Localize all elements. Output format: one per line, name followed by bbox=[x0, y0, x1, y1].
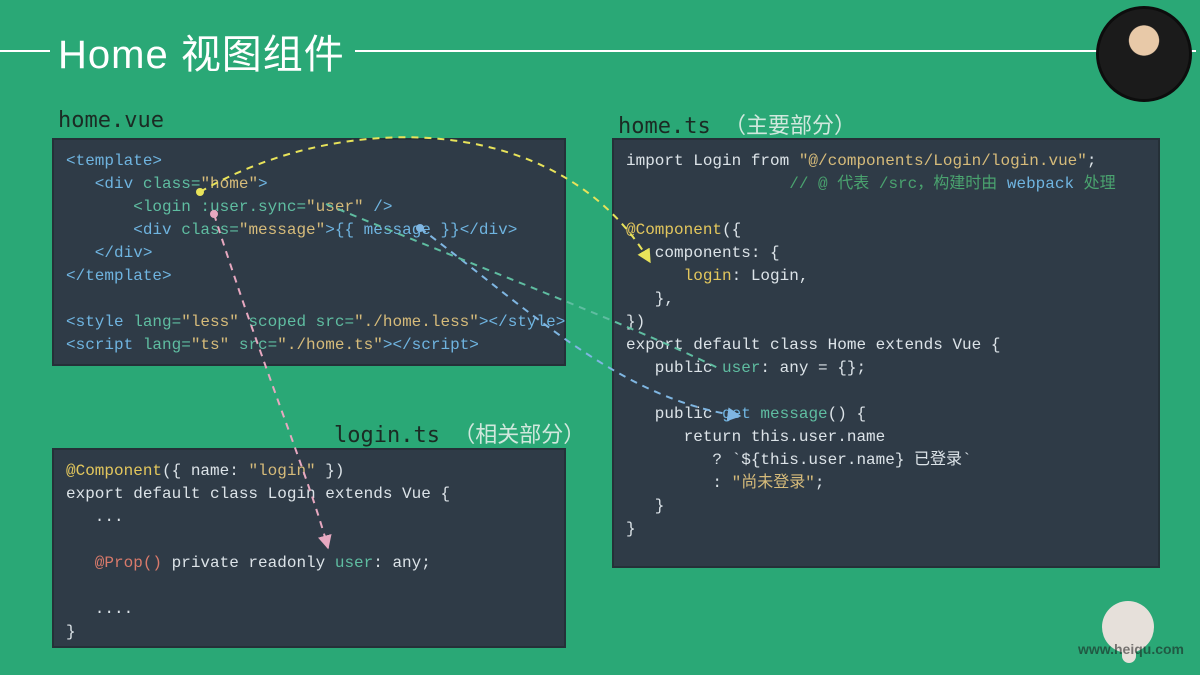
label-home-ts-name: home.ts bbox=[618, 114, 711, 139]
page-title: Home 视图组件 bbox=[58, 22, 345, 80]
avatar bbox=[1096, 6, 1192, 102]
code-login-ts: @Component({ name: "login" }) export def… bbox=[52, 448, 566, 648]
label-login-ts: login.ts （相关部分） bbox=[334, 417, 585, 449]
code-home-ts: import Login from "@/components/Login/lo… bbox=[612, 138, 1160, 568]
code-home-vue: <template> <div class="home"> <login :us… bbox=[52, 138, 566, 366]
label-home-ts: home.ts （主要部分） bbox=[618, 108, 856, 140]
watermark-text: www.heiqu.com bbox=[1078, 641, 1184, 657]
title-row: Home 视图组件 bbox=[0, 26, 1200, 76]
label-home-vue: home.vue bbox=[58, 108, 164, 133]
title-line-right bbox=[355, 50, 1196, 52]
label-home-ts-note: （主要部分） bbox=[724, 114, 856, 139]
title-line-left bbox=[0, 50, 50, 52]
label-login-ts-note: （相关部分） bbox=[453, 423, 585, 448]
label-login-ts-name: login.ts bbox=[334, 423, 440, 448]
